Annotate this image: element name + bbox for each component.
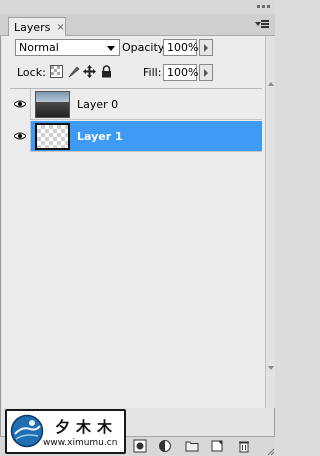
lock-image-pixels-icon[interactable]: [67, 65, 80, 78]
new-layer-icon[interactable]: [210, 439, 224, 453]
lock-position-icon[interactable]: [83, 65, 96, 78]
chevron-right-icon: [204, 69, 208, 77]
fill-input[interactable]: 100%: [163, 64, 198, 81]
scroll-down-icon[interactable]: [268, 366, 274, 370]
new-adjustment-layer-icon[interactable]: [158, 439, 172, 453]
watermark-url: www.ximumu.cn: [43, 438, 118, 448]
eye-icon: [14, 100, 26, 108]
scroll-up-icon[interactable]: [268, 82, 274, 86]
panel-menu-icon[interactable]: [255, 20, 269, 30]
layer-list-scrollbar[interactable]: [265, 36, 275, 408]
visibility-toggle[interactable]: [10, 121, 31, 152]
site-watermark: 夕木木 www.ximumu.cn: [5, 409, 126, 454]
lock-transparent-pixels-icon[interactable]: [50, 65, 63, 78]
resize-grip-icon[interactable]: [266, 447, 274, 455]
add-layer-mask-icon[interactable]: [133, 439, 147, 453]
opacity-input[interactable]: 100%: [163, 39, 198, 56]
layer-row-0[interactable]: Layer 0: [10, 89, 262, 120]
collapse-panel-icon[interactable]: [257, 2, 271, 10]
fill-slider-button[interactable]: [199, 64, 213, 81]
eye-icon: [14, 132, 26, 140]
chevron-down-icon: [107, 46, 115, 51]
tab-layers[interactable]: Layers ×: [8, 17, 66, 37]
layer-name: Layer 1: [77, 130, 123, 143]
blend-mode-select[interactable]: Normal: [15, 39, 120, 56]
chevron-right-icon: [204, 44, 208, 52]
opacity-label: Opacity:: [122, 41, 168, 54]
trash-icon[interactable]: [237, 439, 251, 453]
watermark-logo-icon: [10, 414, 44, 448]
layer-name: Layer 0: [77, 98, 119, 111]
opacity-slider-button[interactable]: [199, 39, 213, 56]
layer-list: Layer 0 Layer 1: [10, 88, 262, 408]
tab-close-icon[interactable]: ×: [56, 22, 64, 33]
blend-mode-value: Normal: [19, 41, 59, 54]
new-group-folder-icon[interactable]: [185, 439, 199, 453]
panel-title-strip[interactable]: [0, 0, 275, 14]
panel-tabbar: Layers ×: [0, 14, 275, 37]
layer-thumbnail: [35, 123, 70, 150]
lock-label: Lock:: [17, 66, 46, 79]
watermark-title: 夕木木: [55, 418, 119, 436]
lock-all-icon[interactable]: [100, 65, 113, 78]
blend-row: Normal Opacity: 100%: [12, 38, 264, 58]
visibility-toggle[interactable]: [10, 89, 31, 120]
layer-row-1[interactable]: Layer 1: [10, 121, 262, 152]
fill-label: Fill:: [143, 66, 162, 79]
layers-panel-body: Normal Opacity: 100% Lock: Fill: 100% La…: [2, 36, 273, 408]
layer-thumbnail: [35, 91, 70, 118]
tab-layers-label: Layers: [14, 21, 51, 34]
lock-row: Lock: Fill: 100%: [12, 63, 264, 83]
